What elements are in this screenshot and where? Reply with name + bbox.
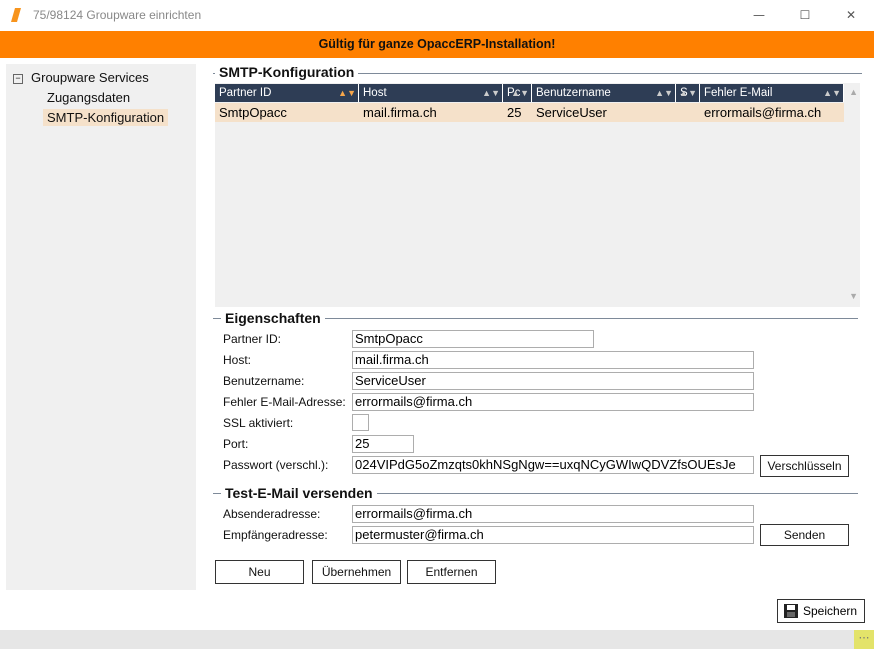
tree-root-label: Groupware Services [31, 70, 149, 85]
host-field[interactable]: mail.firma.ch [352, 351, 754, 369]
floppy-disk-icon [784, 604, 798, 618]
recipient-field[interactable]: petermuster@firma.ch [352, 526, 754, 544]
partner-id-field[interactable]: SmtpOpacc [352, 330, 594, 348]
smtp-grid[interactable]: Partner ID ▲▼ Host ▲▼ Pc ▲▼ Benutzername ▲▼ … [215, 83, 860, 307]
cell-port: 25 [507, 105, 522, 120]
minimize-button[interactable]: — [736, 0, 782, 31]
apply-button[interactable]: Übernehmen [312, 560, 401, 584]
column-header-ssl[interactable]: S ▲▼ [676, 84, 700, 102]
recipient-label: Empfängeradresse: [223, 528, 328, 542]
banner-text: Gültig für ganze OpaccERP-Installation! [318, 37, 556, 51]
installation-banner: Gültig für ganze OpaccERP-Installation! [0, 31, 874, 58]
sort-icon: ▲▼ [338, 88, 356, 98]
port-label: Port: [223, 437, 249, 451]
app-logo-icon [11, 8, 21, 22]
error-mail-field[interactable]: errormails@firma.ch [352, 393, 754, 411]
sort-icon: ▲▼ [823, 88, 841, 98]
main-panel: SMTP-Konfiguration Partner ID ▲▼ Host ▲▼ P… [205, 64, 870, 592]
user-field[interactable]: ServiceUser [352, 372, 754, 390]
cell-partner-id: SmtpOpacc [219, 105, 287, 120]
close-button[interactable]: ✕ [828, 0, 874, 31]
cell-user: ServiceUser [536, 105, 607, 120]
save-label: Speichern [803, 604, 858, 618]
collapse-icon[interactable]: − [13, 74, 23, 84]
password-label: Passwort (verschl.): [223, 458, 329, 472]
sort-icon: ▲▼ [679, 88, 697, 98]
sender-label: Absenderadresse: [223, 507, 321, 521]
window-title: 75/98124 Groupware einrichten [33, 8, 202, 22]
maximize-button[interactable]: ☐ [782, 0, 828, 31]
error-mail-label: Fehler E-Mail-Adresse: [223, 395, 346, 409]
sort-icon: ▲▼ [482, 88, 500, 98]
sidebar-item-smtp-konfiguration[interactable]: SMTP-Konfiguration [43, 109, 169, 126]
partner-id-label: Partner ID: [223, 332, 282, 346]
new-button[interactable]: Neu [215, 560, 304, 584]
smtp-section-title: SMTP-Konfiguration [215, 64, 359, 80]
sort-icon: ▲▼ [511, 88, 529, 98]
host-label: Host: [223, 353, 252, 367]
column-header-error-mail[interactable]: Fehler E-Mail ▲▼ [700, 84, 844, 102]
scroll-up-icon[interactable]: ▲ [849, 87, 858, 97]
password-field[interactable]: 024VIPdG5oZmzqts0khNSgNgw==uxqNCyGWIwQDV… [352, 456, 754, 474]
cell-host: mail.firma.ch [363, 105, 437, 120]
column-header-user[interactable]: Benutzername ▲▼ [532, 84, 676, 102]
sender-field[interactable]: errormails@firma.ch [352, 505, 754, 523]
port-field[interactable]: 25 [352, 435, 414, 453]
column-header-host[interactable]: Host ▲▼ [359, 84, 503, 102]
sidebar-item-zugangsdaten[interactable]: Zugangsdaten [43, 89, 134, 106]
remove-button[interactable]: Entfernen [407, 560, 496, 584]
ssl-label: SSL aktiviert: [223, 416, 294, 430]
send-button[interactable]: Senden [760, 524, 849, 546]
properties-section-title: Eigenschaften [221, 310, 325, 326]
status-bar [0, 630, 874, 649]
scroll-down-icon[interactable]: ▼ [849, 291, 858, 301]
sidebar-tree: − Groupware Services Zugangsdaten SMTP-Ko… [6, 64, 196, 590]
test-mail-section-title: Test-E-Mail versenden [221, 485, 377, 501]
resize-grip-icon[interactable]: ⋯ [854, 630, 874, 649]
save-button[interactable]: Speichern [777, 599, 865, 623]
table-row[interactable]: SmtpOpacc mail.firma.ch 25 ServiceUser e… [215, 103, 844, 122]
tree-root-groupware-services[interactable]: − Groupware Services [13, 70, 149, 85]
sort-icon: ▲▼ [655, 88, 673, 98]
column-header-port[interactable]: Pc ▲▼ [503, 84, 532, 102]
cell-error-mail: errormails@firma.ch [704, 105, 822, 120]
column-header-partner-id[interactable]: Partner ID ▲▼ [215, 84, 359, 102]
title-bar: 75/98124 Groupware einrichten — ☐ ✕ [0, 0, 874, 31]
user-label: Benutzername: [223, 374, 305, 388]
encrypt-button[interactable]: Verschlüsseln [760, 455, 849, 477]
ssl-checkbox[interactable] [352, 414, 369, 431]
